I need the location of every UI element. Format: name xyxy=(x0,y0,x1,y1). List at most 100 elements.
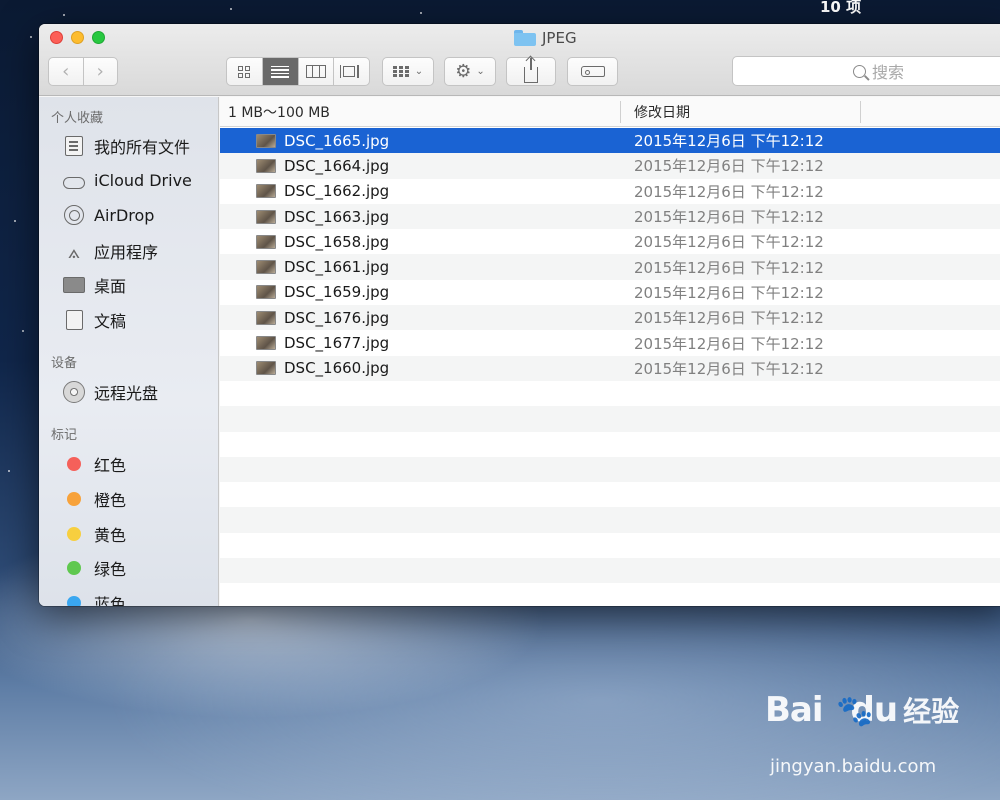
star xyxy=(63,14,65,16)
forward-button[interactable]: › xyxy=(82,58,118,85)
sidebar-item-desktop[interactable]: 桌面 xyxy=(63,273,126,297)
table-row[interactable]: DSC_1658.jpg 2015年12月6日 下午12:12 2.4 MB xyxy=(220,229,1000,254)
table-row[interactable]: DSC_1665.jpg 2015年12月6日 下午12:12 3.5 MB xyxy=(220,128,1000,154)
file-size: 2.4 MB xyxy=(900,229,1000,254)
file-date: 2015年12月6日 下午12:12 xyxy=(634,309,824,328)
column-size-header[interactable]: 大小 ⌄ xyxy=(942,97,1000,127)
search-icon xyxy=(853,64,866,78)
file-name: DSC_1660.jpg xyxy=(284,359,390,378)
column-name-header[interactable]: 1 MB～100 MB xyxy=(228,97,330,127)
sidebar-item-label: 远程光盘 xyxy=(94,384,159,403)
empty-row xyxy=(220,533,1000,558)
column-view-button[interactable] xyxy=(297,58,334,85)
sidebar-item-label: AirDrop xyxy=(94,205,155,225)
file-size: 2.4 MB xyxy=(900,254,1000,279)
table-row[interactable]: DSC_1659.jpg 2015年12月6日 下午12:12 2.3 MB xyxy=(220,280,1000,305)
back-button[interactable]: ‹ xyxy=(49,58,83,85)
file-name: DSC_1661.jpg xyxy=(284,258,390,277)
window-title-label: JPEG xyxy=(542,29,577,47)
table-row[interactable]: DSC_1664.jpg 2015年12月6日 下午12:12 3.1 MB xyxy=(220,153,1000,179)
sidebar-item-label: 黄色 xyxy=(94,526,127,545)
list-view-button[interactable] xyxy=(261,58,298,85)
file-date: 2015年12月6日 下午12:12 xyxy=(634,233,824,252)
sidebar-item-icloud-drive[interactable]: iCloud Drive xyxy=(63,169,192,191)
share-button[interactable] xyxy=(506,57,556,86)
file-date: 2015年12月6日 下午12:12 xyxy=(634,182,824,201)
red-tag-icon xyxy=(63,453,85,475)
sidebar-item-tag-blue[interactable]: 蓝色 xyxy=(63,591,126,606)
green-tag-icon xyxy=(63,557,85,579)
sidebar-item-tag-green[interactable]: 绿色 xyxy=(63,556,126,580)
image-thumbnail-icon xyxy=(256,336,276,351)
table-row[interactable]: DSC_1661.jpg 2015年12月6日 下午12:12 2.4 MB xyxy=(220,254,1000,280)
sidebar-item-tag-yellow[interactable]: 黄色 xyxy=(63,522,126,546)
sidebar-item-airdrop[interactable]: AirDrop xyxy=(63,204,154,226)
sidebar-item-tag-orange[interactable]: 橙色 xyxy=(63,487,126,511)
close-button[interactable] xyxy=(50,31,63,44)
yellow-tag-icon xyxy=(63,523,85,545)
file-name-cell: DSC_1659.jpg xyxy=(256,280,389,305)
window-controls xyxy=(50,31,105,44)
table-row[interactable]: DSC_1676.jpg 2015年12月6日 下午12:12 2.1 MB xyxy=(220,305,1000,331)
columns-icon xyxy=(305,65,326,78)
watermark-url: jingyan.baidu.com xyxy=(770,756,937,777)
tag-icon xyxy=(580,66,605,77)
minimize-button[interactable] xyxy=(71,31,84,44)
nav-buttons: ‹ › xyxy=(48,57,118,86)
cover-flow-button[interactable] xyxy=(333,58,369,85)
sidebar-item-label: 蓝色 xyxy=(94,595,127,606)
table-row[interactable]: DSC_1662.jpg 2015年12月6日 下午12:12 3 MB xyxy=(220,179,1000,204)
column-date-header[interactable]: 修改日期 xyxy=(634,97,690,127)
cloud-icon xyxy=(63,169,85,191)
documents-icon xyxy=(61,307,85,331)
grid-icon xyxy=(238,65,251,78)
list-icon xyxy=(271,65,290,78)
arrange-button[interactable]: ⌄ xyxy=(382,57,434,86)
chevron-right-icon: › xyxy=(96,61,104,82)
empty-row xyxy=(220,381,1000,406)
image-thumbnail-icon xyxy=(256,234,276,249)
sidebar-item-label: 文稿 xyxy=(94,312,127,331)
sidebar-item-label: 应用程序 xyxy=(94,243,159,262)
sidebar-item-applications[interactable]: ⟑ 应用程序 xyxy=(63,239,158,263)
empty-row xyxy=(220,406,1000,432)
file-size: 3.1 MB xyxy=(900,153,1000,178)
search-input[interactable]: 搜索 xyxy=(732,56,1000,86)
watermark-cn: 经验 xyxy=(903,695,960,728)
sidebar-heading-tags: 标记 xyxy=(51,428,78,443)
finder-window: JPEG ‹ › ⌄ ⚙ ⌄ 搜索 个人收藏 我的所有文件 iCloud Dri… xyxy=(39,24,1000,606)
column-divider[interactable] xyxy=(860,101,861,123)
desktop-item-count: 10 项 xyxy=(820,0,862,16)
sidebar-item-all-files[interactable]: 我的所有文件 xyxy=(63,134,190,158)
action-button[interactable]: ⚙ ⌄ xyxy=(444,57,496,86)
sidebar-item-tag-red[interactable]: 红色 xyxy=(63,452,126,476)
toolbar: JPEG ‹ › ⌄ ⚙ ⌄ 搜索 xyxy=(39,24,1000,96)
image-thumbnail-icon xyxy=(256,310,276,325)
table-row[interactable]: DSC_1660.jpg 2015年12月6日 下午12:12 2 MB xyxy=(220,355,1000,381)
table-row[interactable]: DSC_1663.jpg 2015年12月6日 下午12:12 2.9 MB xyxy=(220,203,1000,230)
column-header: 1 MB～100 MB 修改日期 大小 ⌄ xyxy=(220,97,1000,127)
file-list: 1 MB～100 MB 修改日期 大小 ⌄ DSC_1665.jpg 2015年1… xyxy=(220,97,1000,606)
maximize-button[interactable] xyxy=(92,31,105,44)
star xyxy=(14,220,16,222)
file-date: 2015年12月6日 下午12:12 xyxy=(634,208,824,227)
sidebar-item-documents[interactable]: 文稿 xyxy=(61,307,127,332)
arrange-icon xyxy=(392,65,409,78)
file-date: 2015年12月6日 下午12:12 xyxy=(634,359,824,378)
file-date: 2015年12月6日 下午12:12 xyxy=(634,258,824,277)
tags-button[interactable] xyxy=(567,57,618,86)
column-divider[interactable] xyxy=(620,101,621,123)
star xyxy=(420,12,422,14)
sidebar-item-remote-disc[interactable]: 远程光盘 xyxy=(63,380,158,404)
icon-view-button[interactable] xyxy=(227,58,262,85)
applications-icon: ⟑ xyxy=(67,239,81,263)
file-date: 2015年12月6日 下午12:12 xyxy=(634,283,824,302)
share-icon xyxy=(524,57,538,83)
sidebar-item-label: 红色 xyxy=(94,456,127,475)
sidebar-item-label: iCloud Drive xyxy=(94,170,192,190)
file-size: 2 MB xyxy=(900,356,1000,381)
folder-icon xyxy=(514,30,536,46)
empty-row xyxy=(220,482,1000,507)
airdrop-icon xyxy=(63,204,85,226)
table-row[interactable]: DSC_1677.jpg 2015年12月6日 下午12:12 2.1 MB xyxy=(220,330,1000,355)
